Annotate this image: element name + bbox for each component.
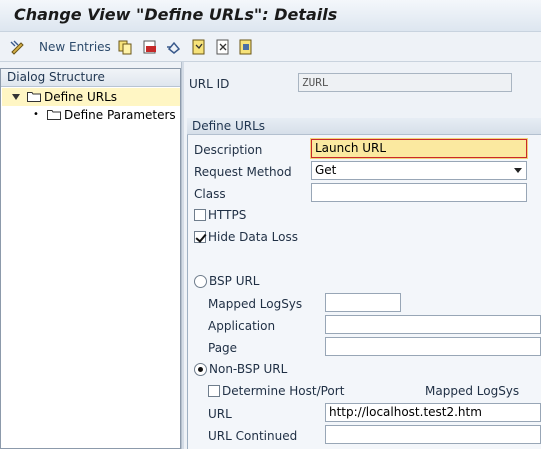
application-label: Application [208,319,276,333]
title-bar: Change View "Define URLs": Details [0,0,541,32]
tree-item-label: Define Parameters [64,108,176,122]
application-input[interactable] [325,315,541,334]
non-bsp-url-radio[interactable] [194,363,207,376]
window-title: Change View "Define URLs": Details [14,5,338,24]
dialog-structure-panel: Dialog Structure Define URLs • Define Pa… [0,68,181,449]
class-label: Class [194,187,226,201]
url-id-label: URL ID [189,77,230,91]
request-method-select[interactable]: Get [311,161,527,180]
description-input[interactable]: Launch URL [310,138,528,159]
tree-item-label: Define URLs [44,90,118,104]
https-checkbox[interactable] [194,209,206,221]
non-bsp-mapped-logsys-label: Mapped LogSys [425,384,520,398]
folder-icon [47,110,61,120]
delete-icon[interactable] [142,39,158,55]
expand-arrow-icon[interactable] [12,94,20,100]
application-toolbar: New Entries [0,32,541,62]
url-continued-input[interactable] [325,425,541,444]
page-input[interactable] [325,337,541,356]
dropdown-arrow-icon[interactable] [514,168,522,173]
class-input[interactable] [311,183,527,202]
dialog-structure-header: Dialog Structure [1,69,180,87]
change-display-icon[interactable] [10,39,26,55]
tree-item-define-parameters[interactable]: • Define Parameters [2,106,180,124]
bsp-url-label: BSP URL [209,274,260,288]
deselect-all-icon[interactable] [238,39,254,55]
url-label: URL [208,407,232,421]
bsp-mapped-logsys-input[interactable] [325,293,401,312]
folder-open-icon [27,92,41,102]
request-method-label: Request Method [194,165,292,179]
page-label: Page [208,341,238,355]
select-block-icon[interactable] [215,39,231,55]
new-entries-button[interactable]: New Entries [39,40,111,54]
bsp-mapped-logsys-label: Mapped LogSys [208,297,303,311]
hide-data-loss-checkbox[interactable] [194,231,206,243]
select-all-icon[interactable] [191,39,207,55]
copy-icon[interactable] [117,39,133,55]
url-input[interactable]: http://localhost.test2.htm [325,403,541,422]
url-id-field: ZURL [298,73,512,92]
bsp-url-radio[interactable] [194,275,207,288]
determine-host-port-label: Determine Host/Port [222,384,345,398]
tree-item-define-urls[interactable]: Define URLs [2,88,180,106]
hide-data-loss-label: Hide Data Loss [208,230,298,244]
define-urls-group-title: Define URLs [187,118,541,135]
undo-change-icon[interactable] [166,39,182,55]
url-continued-label: URL Continued [208,429,298,443]
non-bsp-url-label: Non-BSP URL [209,362,288,376]
https-label: HTTPS [208,208,247,222]
tree-bullet-icon: • [33,109,39,120]
request-method-value: Get [315,163,337,177]
panel-splitter[interactable] [181,62,184,449]
determine-host-port-checkbox[interactable] [208,385,220,397]
description-label: Description [194,143,263,157]
